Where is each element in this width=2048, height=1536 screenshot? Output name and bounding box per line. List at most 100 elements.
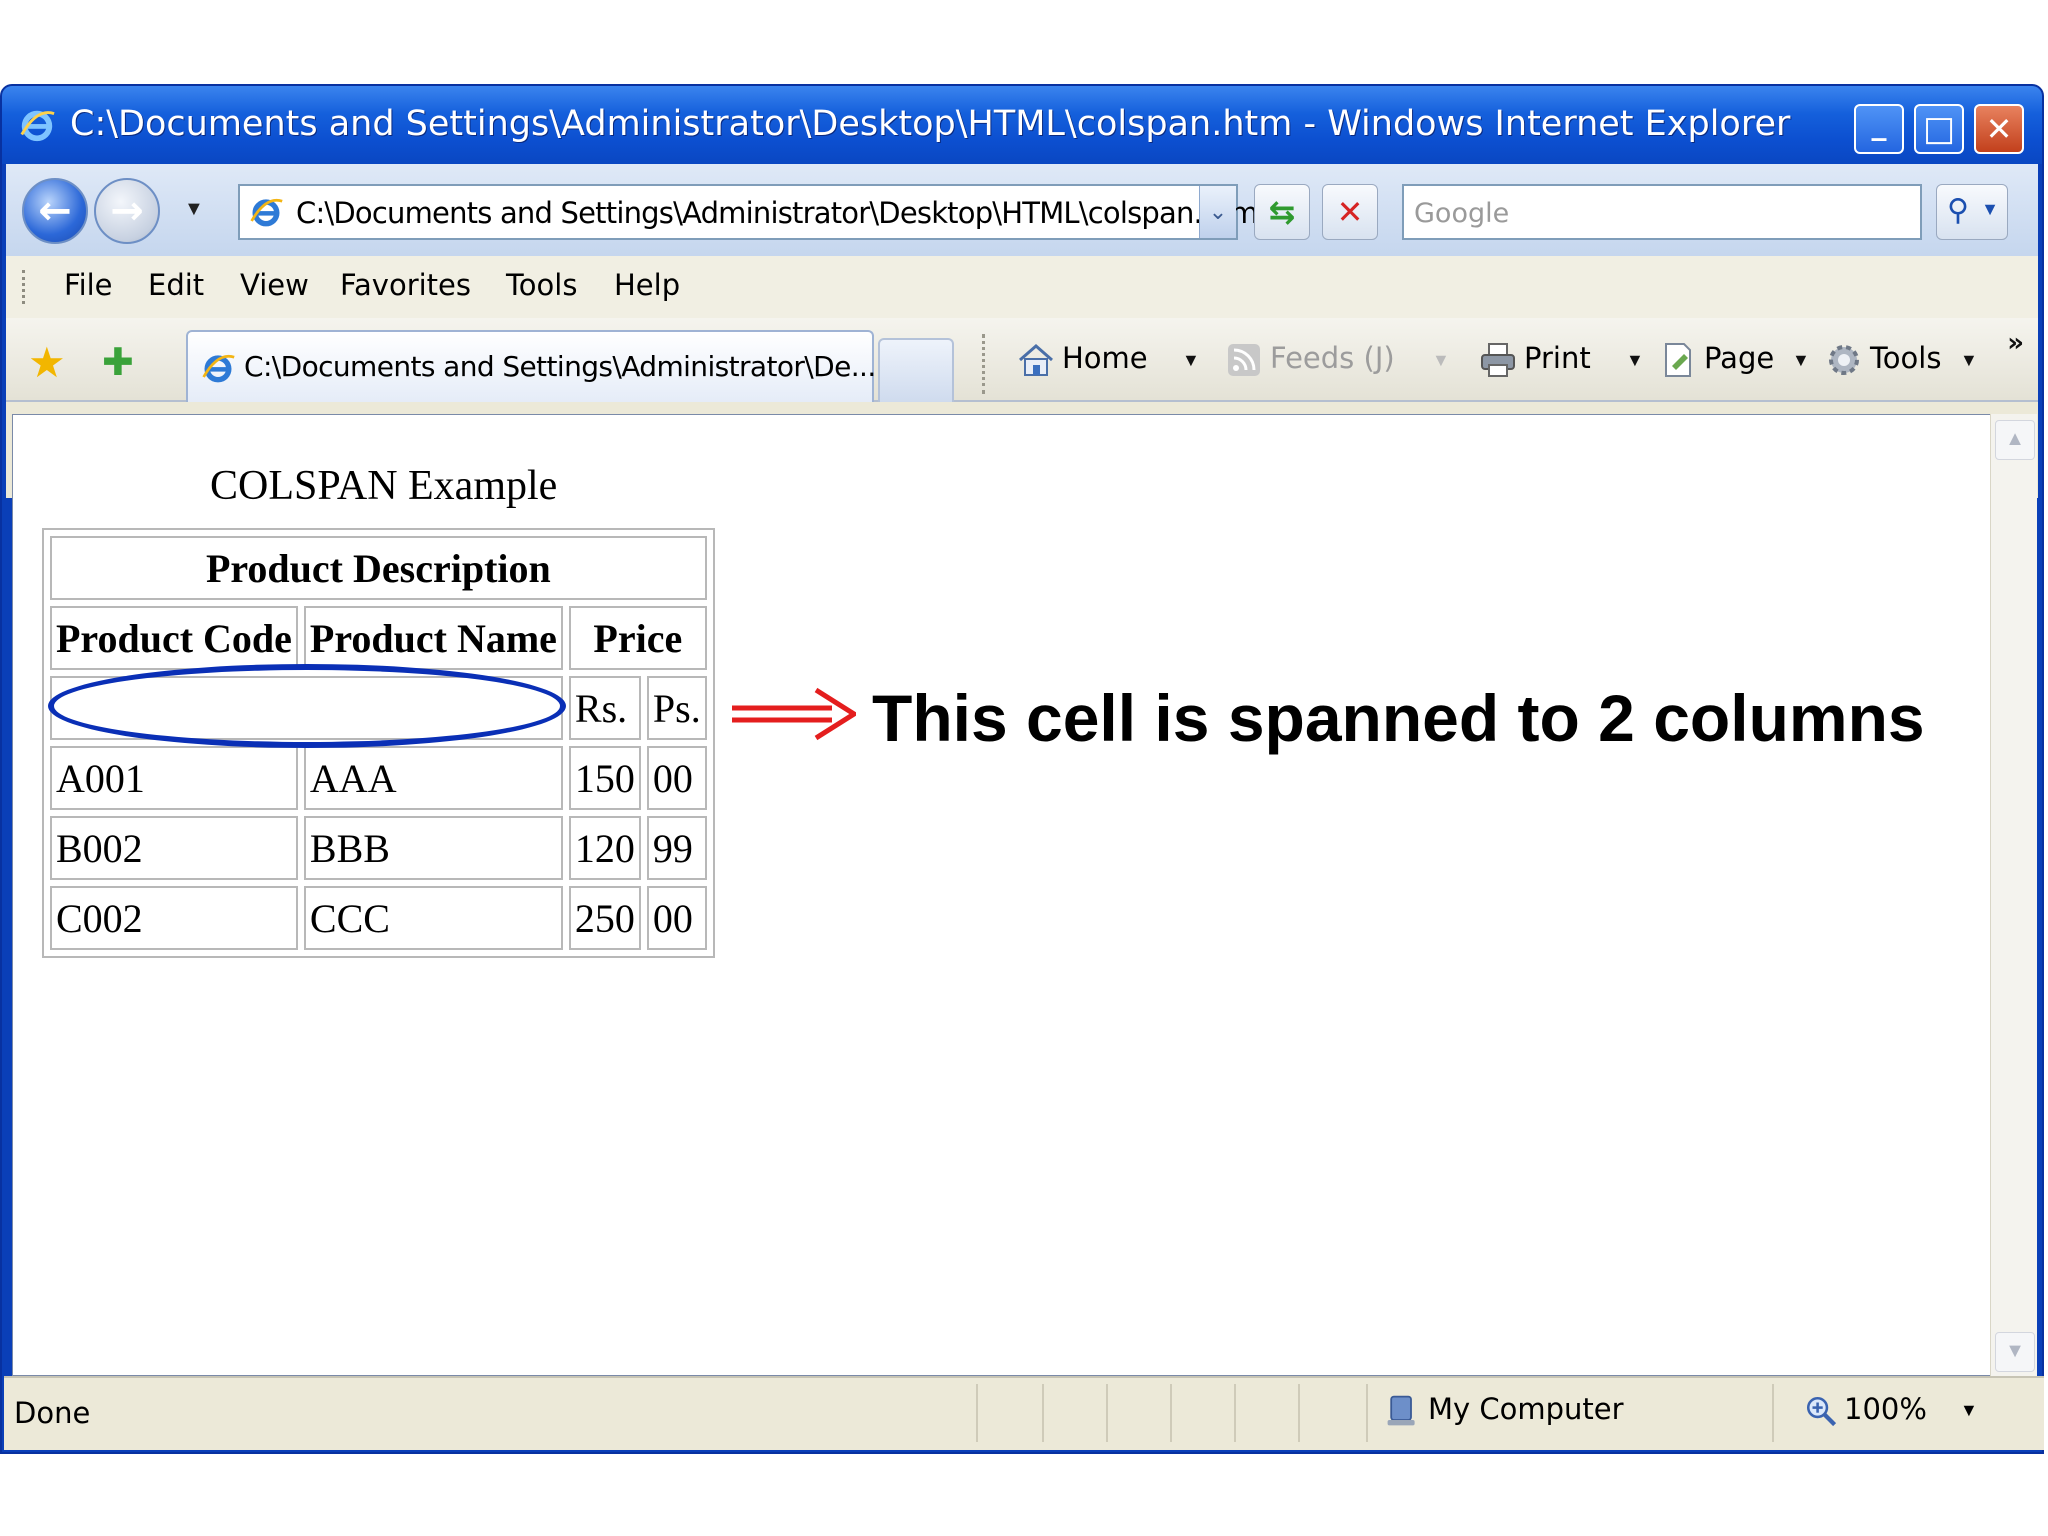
address-url[interactable]: C:\Documents and Settings\Administrator\… xyxy=(296,196,1258,230)
page-label: Page xyxy=(1704,341,1775,375)
stop-icon: ✕ xyxy=(1336,193,1364,231)
gear-icon xyxy=(1829,345,1859,375)
maximize-icon: □ xyxy=(1922,109,1956,149)
search-button[interactable]: ⚲ ▼ xyxy=(1936,184,2008,240)
new-tab-button[interactable] xyxy=(878,338,954,402)
cell-code: A001 xyxy=(50,746,298,810)
page-icon xyxy=(1665,343,1691,377)
page-dropdown-icon[interactable]: ▼ xyxy=(1792,350,1810,371)
tab-bar: ★ ✚ C:\Documents and Settings\Administra… xyxy=(6,318,2038,402)
print-dropdown-icon[interactable]: ▼ xyxy=(1626,350,1644,371)
maximize-button[interactable]: □ xyxy=(1914,104,1964,154)
print-button[interactable]: Print xyxy=(1478,340,1591,380)
computer-icon xyxy=(1387,1395,1415,1426)
stop-button[interactable]: ✕ xyxy=(1322,184,1378,240)
add-favorite-icon[interactable]: ✚ xyxy=(102,340,134,385)
print-label: Print xyxy=(1524,341,1591,375)
page-caption: COLSPAN Example xyxy=(210,463,558,509)
tab-title: C:\Documents and Settings\Administrator\… xyxy=(244,350,876,383)
header-price: Price xyxy=(568,606,707,670)
page-button[interactable]: Page xyxy=(1658,340,1774,380)
scroll-down-icon[interactable]: ▼ xyxy=(1995,1332,2035,1372)
minimize-button[interactable]: _ xyxy=(1854,104,1904,154)
vertical-scrollbar[interactable]: ▲ ▼ xyxy=(1990,414,2037,1376)
home-dropdown-icon[interactable]: ▼ xyxy=(1182,350,1200,371)
cell-rs: 250 xyxy=(568,886,641,950)
status-divider xyxy=(1106,1384,1108,1442)
header-product-name: Product Name xyxy=(303,606,563,670)
cell-ps: 00 xyxy=(646,746,707,810)
title-bar: C:\Documents and Settings\Administrator\… xyxy=(2,86,2042,164)
subheader-rs: Rs. xyxy=(568,676,641,740)
status-divider xyxy=(1298,1384,1300,1442)
tab-colspan[interactable]: C:\Documents and Settings\Administrator\… xyxy=(186,330,876,402)
cell-rs: 150 xyxy=(568,746,641,810)
red-arrow-icon xyxy=(732,687,856,741)
feeds-button[interactable]: Feeds (J) xyxy=(1224,340,1395,380)
cell-rs: 120 xyxy=(568,816,641,880)
menu-tools[interactable]: Tools xyxy=(506,268,577,302)
more-commands-icon[interactable]: » xyxy=(2007,328,2024,358)
menu-view[interactable]: View xyxy=(240,268,309,302)
menu-edit[interactable]: Edit xyxy=(148,268,204,302)
menu-grip xyxy=(22,270,29,304)
scroll-up-icon[interactable]: ▲ xyxy=(1995,420,2035,460)
table-title: Product Description xyxy=(50,536,707,600)
tools-label: Tools xyxy=(1870,341,1942,375)
cell-name: AAA xyxy=(303,746,563,810)
subheader-ps: Ps. xyxy=(646,676,707,740)
status-bar: Done My Computer 100% ▼ xyxy=(4,1376,2044,1450)
home-button[interactable]: Home xyxy=(1016,340,1148,380)
ie-logo-icon xyxy=(20,110,55,142)
table-row: C002 CCC 250 00 xyxy=(50,886,707,950)
zoom-icon xyxy=(1806,1396,1837,1427)
search-placeholder[interactable]: Google xyxy=(1414,198,1509,229)
security-zone[interactable]: My Computer xyxy=(1384,1392,1624,1429)
toolbar-separator xyxy=(982,334,985,394)
home-label: Home xyxy=(1062,341,1148,375)
status-divider xyxy=(1366,1384,1368,1442)
close-icon: ✕ xyxy=(1985,110,2013,148)
zoom-control[interactable]: 100% xyxy=(1804,1392,1927,1428)
menu-favorites[interactable]: Favorites xyxy=(340,268,471,302)
close-window-button[interactable]: ✕ xyxy=(1974,104,2024,154)
search-options-dropdown-icon[interactable]: ▼ xyxy=(1981,199,1999,220)
zone-label: My Computer xyxy=(1428,1392,1624,1426)
tools-dropdown-icon[interactable]: ▼ xyxy=(1960,350,1978,371)
status-divider xyxy=(1234,1384,1236,1442)
table-row: B002 BBB 120 99 xyxy=(50,816,707,880)
menu-help[interactable]: Help xyxy=(614,268,680,302)
window-title: C:\Documents and Settings\Administrator\… xyxy=(70,104,1791,144)
feeds-dropdown-icon[interactable]: ▼ xyxy=(1432,350,1450,371)
refresh-icon: ⇆ xyxy=(1268,193,1296,231)
header-product-code: Product Code xyxy=(50,606,298,670)
home-icon xyxy=(1019,344,1053,376)
cell-code: B002 xyxy=(50,816,298,880)
forward-button[interactable]: → xyxy=(94,178,160,244)
address-bar[interactable]: C:\Documents and Settings\Administrator\… xyxy=(238,184,1258,240)
minimize-icon: _ xyxy=(1871,107,1887,142)
feeds-label: Feeds (J) xyxy=(1270,341,1395,375)
status-divider xyxy=(1772,1384,1774,1442)
navigation-bar: ← → ▼ C:\Documents and Settings\Administ… xyxy=(6,164,2038,257)
tools-button[interactable]: Tools xyxy=(1824,340,1941,380)
recent-pages-dropdown-icon[interactable]: ▼ xyxy=(184,198,204,221)
page-ie-icon xyxy=(250,198,283,227)
favorites-star-icon[interactable]: ★ xyxy=(28,338,66,387)
back-button[interactable]: ← xyxy=(22,178,88,244)
search-box[interactable]: Google xyxy=(1402,184,1922,240)
address-dropdown-icon[interactable]: ⌄ xyxy=(1199,186,1236,238)
feeds-icon xyxy=(1228,344,1260,376)
tab-ie-icon xyxy=(202,354,235,383)
forward-arrow-icon: → xyxy=(110,188,144,234)
zoom-label: 100% xyxy=(1844,1392,1927,1426)
menu-bar: File Edit View Favorites Tools Help xyxy=(6,256,2038,319)
menu-file[interactable]: File xyxy=(64,268,113,302)
zoom-dropdown-icon[interactable]: ▼ xyxy=(1960,1400,1978,1421)
back-arrow-icon: ← xyxy=(38,188,72,234)
printer-icon xyxy=(1481,343,1515,377)
cell-name: CCC xyxy=(303,886,563,950)
refresh-button[interactable]: ⇆ xyxy=(1254,184,1310,240)
annotation-text: This cell is spanned to 2 columns xyxy=(872,681,1925,755)
status-divider xyxy=(976,1384,978,1442)
